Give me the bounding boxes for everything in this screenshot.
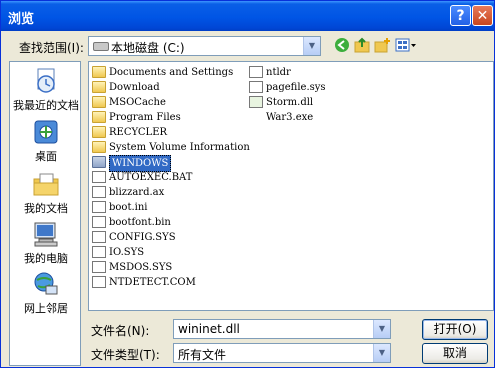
filetype-label: 文件类型(T): — [91, 348, 160, 362]
place-label: 网上邻居 — [24, 302, 68, 315]
file-icon — [249, 81, 263, 93]
filename-label: 文件名(N): — [91, 324, 150, 338]
help-button[interactable]: ? — [450, 5, 471, 26]
title-bar: 浏览 ? ✕ — [1, 1, 494, 31]
close-button[interactable]: ✕ — [472, 5, 493, 26]
lookin-label: 查找范围(I): — [19, 41, 84, 55]
filetype-value: 所有文件 — [178, 348, 227, 362]
folder-icon — [92, 96, 106, 108]
file-icon — [92, 216, 106, 228]
back-icon[interactable] — [333, 37, 351, 55]
my-computer-icon — [34, 222, 58, 247]
place-label: 我的文档 — [24, 202, 68, 215]
lookin-dropdown[interactable]: 本地磁盘 (C:) ▼ — [88, 36, 321, 56]
filetype-dropdown[interactable]: 所有文件 ▼ — [173, 343, 391, 363]
browse-dialog: 浏览 ? ✕ 查找范围(I): 本地磁盘 (C:) ▼ 我最近的文档 桌面 我的… — [0, 0, 495, 368]
file-icon — [92, 186, 106, 198]
file-icon — [92, 201, 106, 213]
open-button[interactable]: 打开(O) — [422, 319, 488, 340]
chevron-down-icon[interactable]: ▼ — [303, 37, 320, 55]
place-network[interactable]: 网上邻居 — [10, 270, 82, 316]
folder-icon — [92, 126, 106, 138]
place-label: 我的电脑 — [24, 252, 68, 265]
place-label: 桌面 — [35, 150, 57, 163]
folder-icon — [92, 66, 106, 78]
place-my-documents[interactable]: 我的文档 — [10, 170, 82, 216]
place-label: 我最近的文档 — [13, 99, 79, 112]
file-icon — [92, 231, 106, 243]
folder-icon — [92, 141, 106, 153]
dll-file-icon — [249, 96, 263, 108]
exe-icon — [249, 111, 263, 123]
folder-icon — [92, 156, 106, 168]
new-folder-icon[interactable] — [373, 37, 391, 55]
places-bar: 我最近的文档 桌面 我的文档 我的电脑 网上邻居 — [9, 61, 81, 366]
folder-icon — [92, 111, 106, 123]
file-list[interactable]: Documents and Settings Download MSOCache… — [88, 61, 494, 311]
my-documents-icon — [33, 173, 59, 196]
up-folder-icon[interactable] — [353, 37, 371, 55]
file-icon — [92, 261, 106, 273]
network-places-icon — [34, 272, 58, 295]
file-icon — [249, 66, 263, 78]
recent-documents-icon — [37, 68, 55, 93]
window-title: 浏览 — [8, 12, 35, 27]
filename-value: wininet.dll — [178, 322, 240, 336]
view-menu-icon[interactable] — [395, 37, 417, 55]
cancel-button[interactable]: 取消 — [422, 343, 488, 364]
desktop-icon — [34, 120, 58, 144]
place-my-computer[interactable]: 我的电脑 — [10, 220, 82, 266]
filename-input[interactable]: wininet.dll ▼ — [173, 319, 391, 339]
lookin-value: 本地磁盘 (C:) — [111, 41, 185, 55]
drive-icon — [93, 42, 109, 51]
chevron-down-icon[interactable]: ▼ — [373, 320, 390, 338]
file-icon — [92, 246, 106, 258]
folder-icon — [92, 81, 106, 93]
file-icon — [92, 171, 106, 183]
place-recent-documents[interactable]: 我最近的文档 — [10, 67, 82, 113]
place-desktop[interactable]: 桌面 — [10, 118, 82, 164]
file-icon — [92, 276, 106, 288]
chevron-down-icon[interactable]: ▼ — [373, 344, 390, 362]
